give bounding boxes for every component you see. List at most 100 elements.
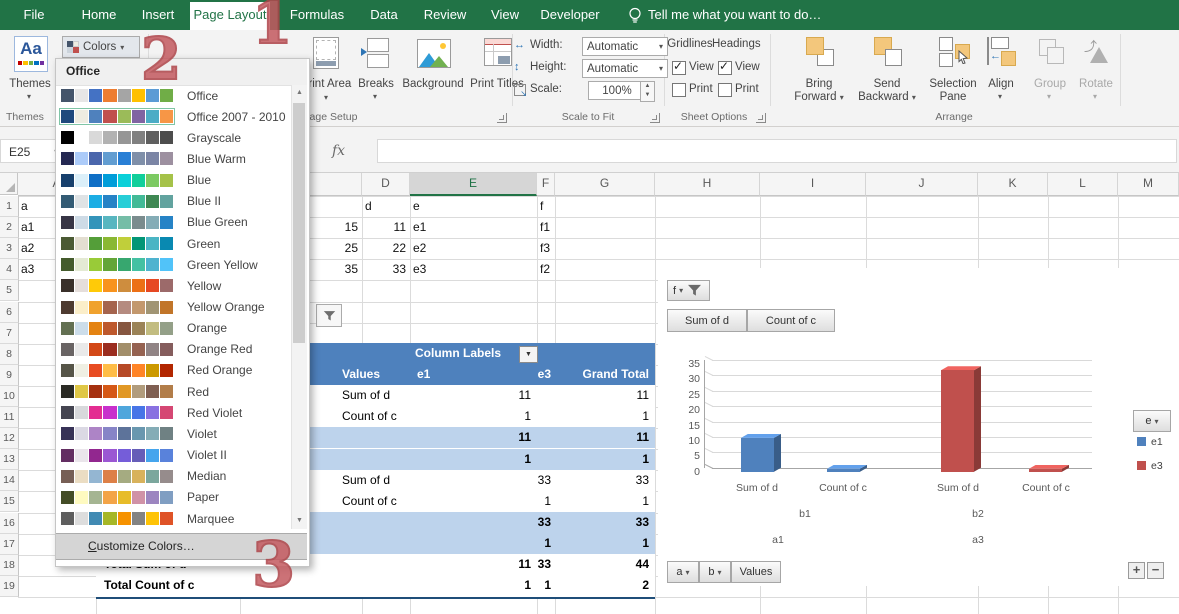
pivot-values-label[interactable]: Sum of d	[342, 388, 390, 402]
scroll-down-icon[interactable]: ▼	[292, 513, 307, 529]
pivot-value-e1[interactable]: 1	[481, 409, 531, 423]
column-header-M[interactable]: M	[1118, 172, 1179, 196]
row-header-19[interactable]: 19	[0, 576, 19, 597]
row-header-11[interactable]: 11	[0, 407, 19, 428]
select-all-corner[interactable]	[0, 172, 18, 195]
chart-expand-button[interactable]: +	[1128, 562, 1145, 579]
theme-item-paper[interactable]: Paper	[57, 487, 293, 508]
row-header-13[interactable]: 13	[0, 449, 19, 470]
cell-F1[interactable]: f	[540, 199, 551, 213]
background-button[interactable]: Background	[398, 34, 468, 108]
column-header-D[interactable]: D	[362, 172, 410, 196]
pivot-value-grand-total[interactable]: 11	[569, 388, 649, 402]
align-button[interactable]: ← Align ▾	[976, 34, 1026, 108]
theme-item-yellow[interactable]: Yellow	[57, 275, 293, 296]
column-header-G[interactable]: G	[555, 172, 655, 196]
chart-bar-front[interactable]	[1029, 469, 1062, 472]
row-header-5[interactable]: 5	[0, 280, 19, 301]
chart-field-button-sum-of-d[interactable]: Sum of d	[667, 309, 747, 332]
column-header-E[interactable]: E	[410, 172, 537, 196]
pivot-value-e3[interactable]: 33	[501, 515, 551, 529]
chart-collapse-button[interactable]: −	[1147, 562, 1164, 579]
column-header-K[interactable]: K	[978, 172, 1048, 196]
name-box[interactable]: E25 ▾	[0, 139, 62, 163]
pivot-row-label[interactable]: Total Count of c	[104, 578, 194, 592]
pivot-value-e3[interactable]: 1	[501, 494, 551, 508]
pivot-value-grand-total[interactable]: 33	[569, 515, 649, 529]
row-header-3[interactable]: 3	[0, 238, 19, 259]
pivot-value-grand-total[interactable]: 33	[569, 473, 649, 487]
pivot-values-label[interactable]: Count of c	[342, 409, 397, 423]
row-header-6[interactable]: 6	[0, 302, 19, 323]
pivot-value-grand-total[interactable]: 1	[569, 409, 649, 423]
theme-item-orange-red[interactable]: Orange Red	[57, 339, 293, 360]
pivot-value-e3[interactable]: 33	[501, 557, 551, 571]
pivot-filter-button[interactable]	[316, 304, 342, 327]
chart-legend-field-button[interactable]: e ▾	[1133, 410, 1171, 432]
gridlines-view-checkbox[interactable]	[672, 61, 686, 75]
theme-item-red-orange[interactable]: Red Orange	[57, 360, 293, 381]
scrollbar-thumb[interactable]	[293, 103, 305, 343]
pivot-value-e1[interactable]: 11	[481, 430, 531, 444]
page-setup-dialog-launcher[interactable]	[497, 113, 507, 123]
width-select[interactable]: Automatic▾	[582, 37, 668, 56]
pivot-column-labels-dropdown[interactable]: ▼	[519, 346, 538, 363]
column-header-I[interactable]: I	[760, 172, 866, 196]
chart-bar-front[interactable]	[741, 438, 774, 472]
headings-view-checkbox[interactable]	[718, 61, 732, 75]
theme-item-blue-warm[interactable]: Blue Warm	[57, 148, 293, 169]
menu-scrollbar[interactable]: ▲ ▼	[291, 85, 307, 529]
tab-developer[interactable]: Developer	[534, 0, 606, 30]
cell-D2[interactable]: 11	[365, 220, 406, 234]
cell-E2[interactable]: e1	[413, 220, 533, 234]
cell-F4[interactable]: f2	[540, 262, 551, 276]
pivot-value-grand-total[interactable]: 2	[569, 578, 649, 592]
column-header-H[interactable]: H	[655, 172, 760, 196]
sheet-options-dialog-launcher[interactable]	[756, 113, 766, 123]
chart-axis-field-button-values[interactable]: Values	[731, 561, 781, 583]
chart-axis-field-button-b[interactable]: b ▾	[699, 561, 731, 583]
cell-E4[interactable]: e3	[413, 262, 533, 276]
theme-item-yellow-orange[interactable]: Yellow Orange	[57, 297, 293, 318]
column-header-J[interactable]: J	[866, 172, 978, 196]
row-header-9[interactable]: 9	[0, 365, 19, 386]
scale-spinner[interactable]: ▲▼	[640, 81, 655, 102]
chart-filter-field-button[interactable]: f ▾	[667, 280, 710, 301]
scale-input[interactable]: 100%	[588, 81, 646, 100]
pivot-value-grand-total[interactable]: 1	[569, 536, 649, 550]
legend-entry-e1[interactable]: e1	[1137, 436, 1177, 448]
pivot-value-grand-total[interactable]: 11	[569, 430, 649, 444]
height-select[interactable]: Automatic▾	[582, 59, 668, 78]
theme-item-blue-ii[interactable]: Blue II	[57, 191, 293, 212]
pivot-chart[interactable]: f ▾ Sum of d Count of c 35302520151050Su…	[658, 268, 1179, 586]
column-header-F[interactable]: F	[537, 172, 555, 196]
pivot-value-e1[interactable]: 1	[481, 452, 531, 466]
send-backward-button[interactable]: Send Backward ▾	[854, 34, 920, 108]
legend-entry-e3[interactable]: e3	[1137, 460, 1177, 472]
theme-item-median[interactable]: Median	[57, 466, 293, 487]
theme-item-blue-green[interactable]: Blue Green	[57, 212, 293, 233]
tab-home[interactable]: Home	[76, 0, 122, 30]
selection-pane-button[interactable]: Selection Pane	[922, 34, 984, 108]
theme-item-violet-ii[interactable]: Violet II	[57, 445, 293, 466]
cell-D1[interactable]: d	[365, 199, 406, 213]
chart-axis-field-button-a[interactable]: a ▾	[667, 561, 699, 583]
insert-function-button[interactable]: fx	[332, 143, 345, 159]
row-header-15[interactable]: 15	[0, 491, 19, 512]
cell-E1[interactable]: e	[413, 199, 533, 213]
colors-button[interactable]: Colors ▾	[62, 36, 140, 58]
theme-item-office-2007-2010[interactable]: Office 2007 - 2010	[57, 106, 293, 127]
chart-bar-front[interactable]	[941, 370, 974, 472]
tab-formulas[interactable]: Formulas	[286, 0, 348, 30]
theme-item-grayscale[interactable]: Grayscale	[57, 127, 293, 148]
chart-field-button-count-of-c[interactable]: Count of c	[747, 309, 835, 332]
headings-print-checkbox[interactable]	[718, 83, 732, 97]
row-header-12[interactable]: 12	[0, 428, 19, 449]
pivot-value-grand-total[interactable]: 1	[569, 494, 649, 508]
formula-input[interactable]	[377, 139, 1177, 163]
cell-E3[interactable]: e2	[413, 241, 533, 255]
row-header-4[interactable]: 4	[0, 259, 19, 280]
cell-F2[interactable]: f1	[540, 220, 551, 234]
theme-item-marquee[interactable]: Marquee	[57, 508, 293, 529]
row-header-18[interactable]: 18	[0, 555, 19, 576]
